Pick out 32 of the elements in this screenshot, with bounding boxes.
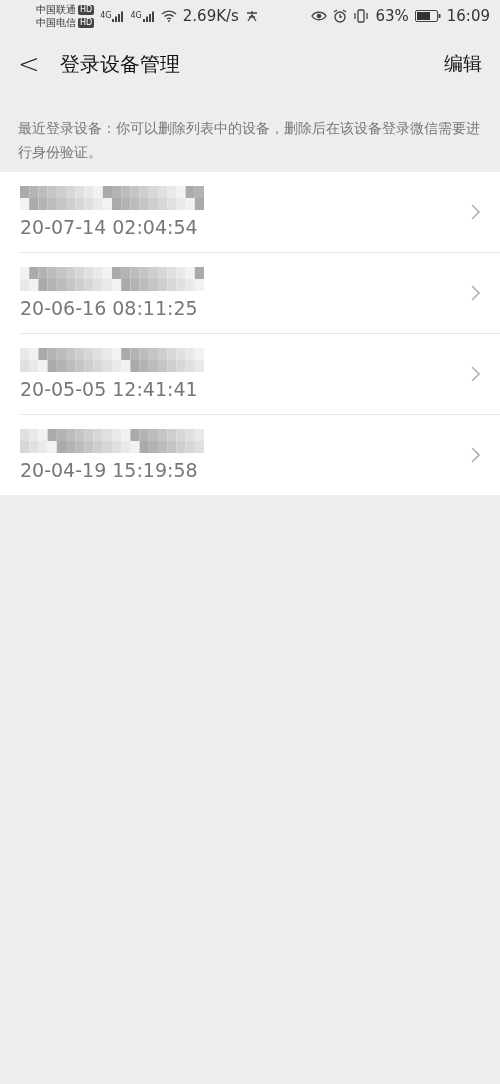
signal-icon <box>142 10 155 22</box>
vibrate-icon <box>353 9 370 23</box>
eye-icon <box>311 10 328 22</box>
wifi-icon <box>160 10 177 22</box>
login-time: 20-04-19 15:19:58 <box>20 459 199 481</box>
network-speed: 2.69K/s <box>182 7 239 25</box>
back-button[interactable]: < <box>18 49 40 79</box>
network-label: 4G <box>100 10 112 20</box>
network-label: 4G <box>130 10 142 20</box>
chevron-right-icon <box>471 366 480 382</box>
chevron-right-icon <box>471 285 480 301</box>
device-row[interactable]: 20-04-19 15:19:58 <box>20 414 500 495</box>
device-row[interactable]: 20-05-05 12:41:41 <box>20 333 500 414</box>
carrier-name: 中国联通 <box>36 3 76 16</box>
battery-icon <box>414 10 441 22</box>
battery-percent: 63% <box>375 7 409 25</box>
device-row[interactable]: 20-06-16 08:11:25 <box>20 252 500 333</box>
login-time: 20-05-05 12:41:41 <box>20 378 199 400</box>
page-title: 登录设备管理 <box>59 50 181 78</box>
login-time: 20-07-14 02:04:54 <box>20 216 199 238</box>
chevron-right-icon <box>471 447 480 463</box>
alarm-icon <box>333 9 348 23</box>
device-row[interactable]: 20-07-14 02:04:54 <box>0 172 500 252</box>
hd-badge: HD <box>78 4 95 15</box>
chevron-right-icon <box>471 204 480 220</box>
clock-time: 16:09 <box>446 7 490 25</box>
description-text: 最近登录设备：你可以删除列表中的设备，删除后在该设备登录微信需要进行身份验证。 <box>17 119 481 162</box>
carrier-name: 中国电信 <box>36 16 76 29</box>
login-time: 20-06-16 08:11:25 <box>20 297 199 319</box>
hd-badge: HD <box>78 17 95 28</box>
signal-icon <box>112 10 125 22</box>
edit-button[interactable]: 编辑 <box>444 51 482 77</box>
